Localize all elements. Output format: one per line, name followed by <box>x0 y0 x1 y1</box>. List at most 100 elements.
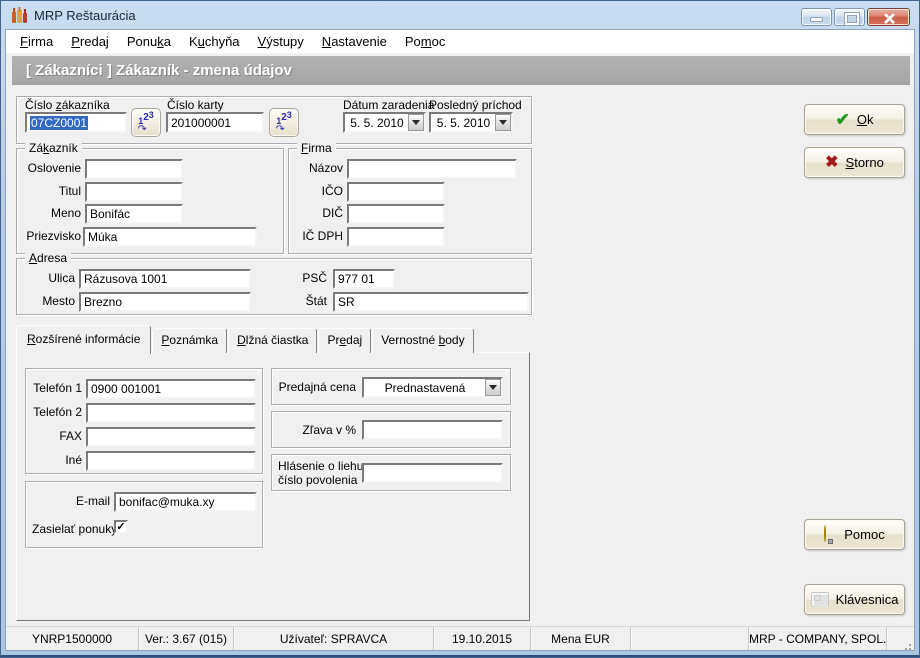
zlava-input[interactable] <box>362 420 503 440</box>
customer-number-label: Číslo zákazníka <box>25 98 110 112</box>
dropdown-arrow-icon[interactable] <box>495 114 511 131</box>
titul-input[interactable] <box>85 182 183 202</box>
fax-input[interactable] <box>86 427 256 447</box>
customer-groupbox: Zákazník Oslovenie Titul Meno Bonifác Pr… <box>16 148 284 254</box>
mesto-input[interactable]: Brezno <box>79 292 251 312</box>
company-group-title: Firma <box>297 141 336 155</box>
close-button[interactable] <box>867 8 910 26</box>
menu-kuchyna[interactable]: Kuchyňa <box>180 31 249 52</box>
mesto-label: Mesto <box>19 294 75 308</box>
status-currency: Mena EUR <box>531 627 631 650</box>
ine-input[interactable] <box>86 451 256 471</box>
tab-rozsirene-informacie[interactable]: Rozšírené informácie <box>16 325 151 354</box>
fax-label: FAX <box>28 429 82 443</box>
title-bar[interactable]: MRP Reštaurácia <box>1 1 919 29</box>
storno-button[interactable]: ✖ Storno <box>804 147 905 178</box>
predajna-cena-label: Predajná cena <box>276 380 356 394</box>
counter-123-icon: 123 <box>132 112 160 123</box>
psc-label: PSČ <box>283 271 327 285</box>
email-input[interactable]: bonifac@muka.xy <box>114 492 257 512</box>
menu-predaj[interactable]: Predaj <box>62 31 118 52</box>
counter-123-icon: 123 <box>270 112 298 123</box>
titul-label: Titul <box>19 184 81 198</box>
tab-page-rozsirene-informacie: Telefón 1 0900 001001 Telefón 2 FAX Iné … <box>16 352 530 621</box>
counter-arrow-icon: ↷ <box>276 125 285 135</box>
maximize-button[interactable] <box>834 8 865 26</box>
telefon1-label: Telefón 1 <box>28 381 82 395</box>
counter-arrow-icon: ↷ <box>138 125 147 135</box>
menu-firma[interactable]: Firma <box>11 31 62 52</box>
priezvisko-label: Priezvisko <box>19 229 81 243</box>
keyboard-icon <box>811 592 829 607</box>
liquor-label: Hlásenie o liehučíslo povolenia <box>278 459 363 487</box>
nazov-input[interactable] <box>347 159 517 179</box>
email-label: E-mail <box>56 494 110 508</box>
status-date: 19.10.2015 <box>434 627 531 650</box>
klavesnica-button[interactable]: Klávesnica <box>804 584 905 615</box>
card-number-label: Číslo karty <box>167 98 224 112</box>
menu-bar: Firma Predaj Ponuka Kuchyňa Výstupy Nast… <box>6 30 914 53</box>
x-icon: ✖ <box>825 155 838 171</box>
discount-panel: Zľava v % <box>271 411 511 448</box>
app-icon <box>10 6 28 24</box>
address-group-title: Adresa <box>25 251 71 265</box>
telefon1-input[interactable]: 0900 001001 <box>86 379 256 399</box>
stat-input[interactable]: SR <box>333 292 529 312</box>
psc-input[interactable]: 977 01 <box>333 269 395 289</box>
last-visit-select[interactable]: 5. 5. 2010 <box>429 112 513 133</box>
telefon2-input[interactable] <box>86 403 256 423</box>
ico-input[interactable] <box>347 182 445 202</box>
menu-vystupy[interactable]: Výstupy <box>249 31 313 52</box>
newsletter-checkbox[interactable]: ✓ <box>114 520 128 534</box>
status-company: MRP - COMPANY, SPOL. <box>749 627 887 650</box>
menu-nastavenie[interactable]: Nastavenie <box>313 31 396 52</box>
email-panel: E-mail bonifac@muka.xy Zasielať ponuky ✓ <box>25 481 263 548</box>
last-visit-label: Posledný príchod <box>429 98 522 112</box>
klavesnica-button-label: Klávesnica <box>836 592 899 607</box>
predajna-cena-select[interactable]: Prednastavená <box>362 377 503 398</box>
app-window: MRP Reštaurácia Firma Predaj Ponuka Kuch… <box>0 0 920 658</box>
stat-label: Štát <box>283 294 327 308</box>
storno-button-label: Storno <box>846 155 884 170</box>
ulica-input[interactable]: Rázusova 1001 <box>79 269 251 289</box>
pomoc-button-label: Pomoc <box>844 527 884 542</box>
date-added-select[interactable]: 5. 5. 2010 <box>343 112 426 133</box>
window-title: MRP Reštaurácia <box>34 8 136 23</box>
dic-input[interactable] <box>347 204 445 224</box>
icdph-input[interactable] <box>347 227 445 247</box>
priezvisko-input[interactable]: Múka <box>83 227 257 247</box>
status-version: Ver.: 3.67 (015) <box>139 627 234 650</box>
check-icon: ✔ <box>836 111 850 128</box>
pomoc-button[interactable]: Pomoc <box>804 519 905 550</box>
tab-strip: Rozšírené informácie Poznámka Dlžná čias… <box>16 324 475 353</box>
customer-number-input[interactable]: 07CZ0001 <box>25 112 127 133</box>
card-number-input[interactable]: 201000001 <box>166 112 264 133</box>
ok-button-label: Ok <box>857 112 874 127</box>
tab-poznamka[interactable]: Poznámka <box>152 328 227 353</box>
card-number-counter-button[interactable]: 123 ↷ <box>269 108 299 137</box>
id-panel: Číslo zákazníka 07CZ0001 123 ↷ Číslo kar… <box>16 96 532 144</box>
oslovenie-input[interactable] <box>85 159 183 179</box>
icdph-label: IČ DPH <box>291 229 343 243</box>
status-license: YNRP1500000 <box>6 627 139 650</box>
lightbulb-icon <box>824 526 837 544</box>
nazov-label: Názov <box>291 161 343 175</box>
client-area: Firma Predaj Ponuka Kuchyňa Výstupy Nast… <box>5 29 915 651</box>
dropdown-arrow-icon[interactable] <box>485 379 501 396</box>
dropdown-arrow-icon[interactable] <box>408 114 424 131</box>
status-user: Užívateľ: SPRAVCA <box>234 627 434 650</box>
customer-number-counter-button[interactable]: 123 ↷ <box>131 108 161 137</box>
minimize-button[interactable] <box>801 8 832 26</box>
oslovenie-label: Oslovenie <box>19 161 81 175</box>
tab-predaj[interactable]: Predaj <box>318 328 371 353</box>
tab-vernostne-body[interactable]: Vernostné body <box>372 328 473 353</box>
resize-grip[interactable] <box>909 644 911 646</box>
menu-ponuka[interactable]: Ponuka <box>118 31 180 52</box>
tab-dlzna-ciastka[interactable]: Dlžná čiastka <box>228 328 317 353</box>
ok-button[interactable]: ✔ Ok <box>804 104 905 135</box>
liquor-input[interactable] <box>362 463 503 483</box>
checkmark-icon: ✓ <box>116 521 125 533</box>
meno-input[interactable]: Bonifác <box>85 204 183 224</box>
menu-pomoc[interactable]: Pomoc <box>396 31 454 52</box>
zlava-label: Zľava v % <box>276 423 356 437</box>
